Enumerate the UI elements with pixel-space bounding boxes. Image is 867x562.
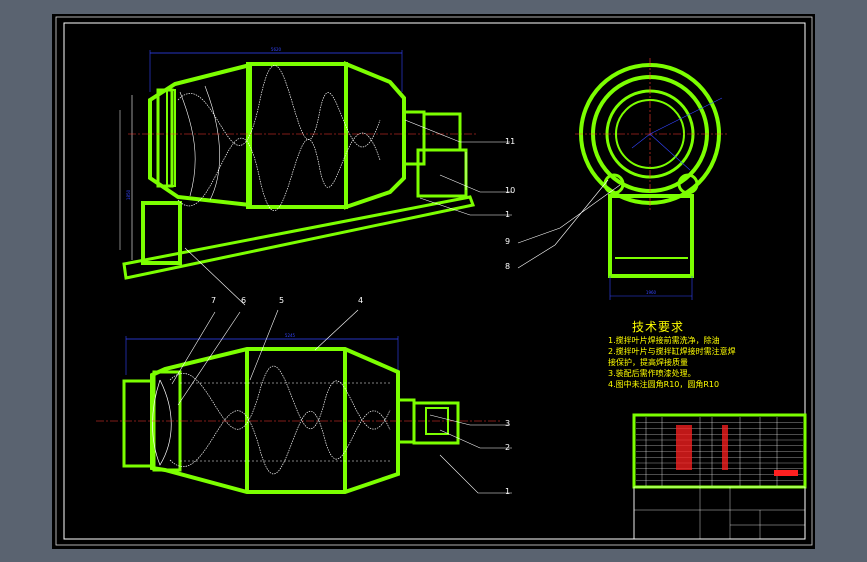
part-number-label: 6: [241, 296, 247, 305]
cad-drawing-sheet: 5620 1850 5245 1960: [52, 14, 815, 549]
side-height-dim: 1850: [126, 189, 131, 200]
part-number-label: 2: [505, 443, 511, 452]
part-number-label: 1: [505, 210, 511, 219]
tech-req-item: 2.搅拌叶片与搅拌缸焊接时需注意焊: [608, 347, 736, 356]
part-number-label: 10: [505, 186, 516, 195]
tech-req-item: 3.装配后需作喷漆处理。: [608, 369, 696, 378]
tech-req-item: 4.图中未注圆角R10，圆角R10: [608, 380, 720, 389]
part-number-label: 1: [505, 487, 511, 496]
tech-req-title: 技术要求: [632, 320, 685, 334]
tech-req-item: 1.搅拌叶片焊接前需洗净，除油: [608, 336, 720, 345]
side-overall-dim: 5620: [271, 47, 282, 52]
top-overall-dim: 5245: [285, 333, 296, 338]
part-number-label: 9: [505, 237, 511, 246]
tech-req-item: 接保护，提高焊接质量: [608, 358, 688, 367]
part-number-label: 11: [505, 137, 516, 146]
part-number-label: 5: [279, 296, 285, 305]
end-base-dim: 1960: [646, 290, 657, 295]
part-number-label: 4: [358, 296, 364, 305]
part-number-label: 8: [505, 262, 511, 271]
part-number-label: 7: [211, 296, 217, 305]
technical-requirements: 技术要求 1.搅拌叶片焊接前需洗净，除油 2.搅拌叶片与搅拌缸焊接时需注意焊 接…: [608, 318, 736, 390]
part-number-label: 3: [505, 419, 511, 428]
